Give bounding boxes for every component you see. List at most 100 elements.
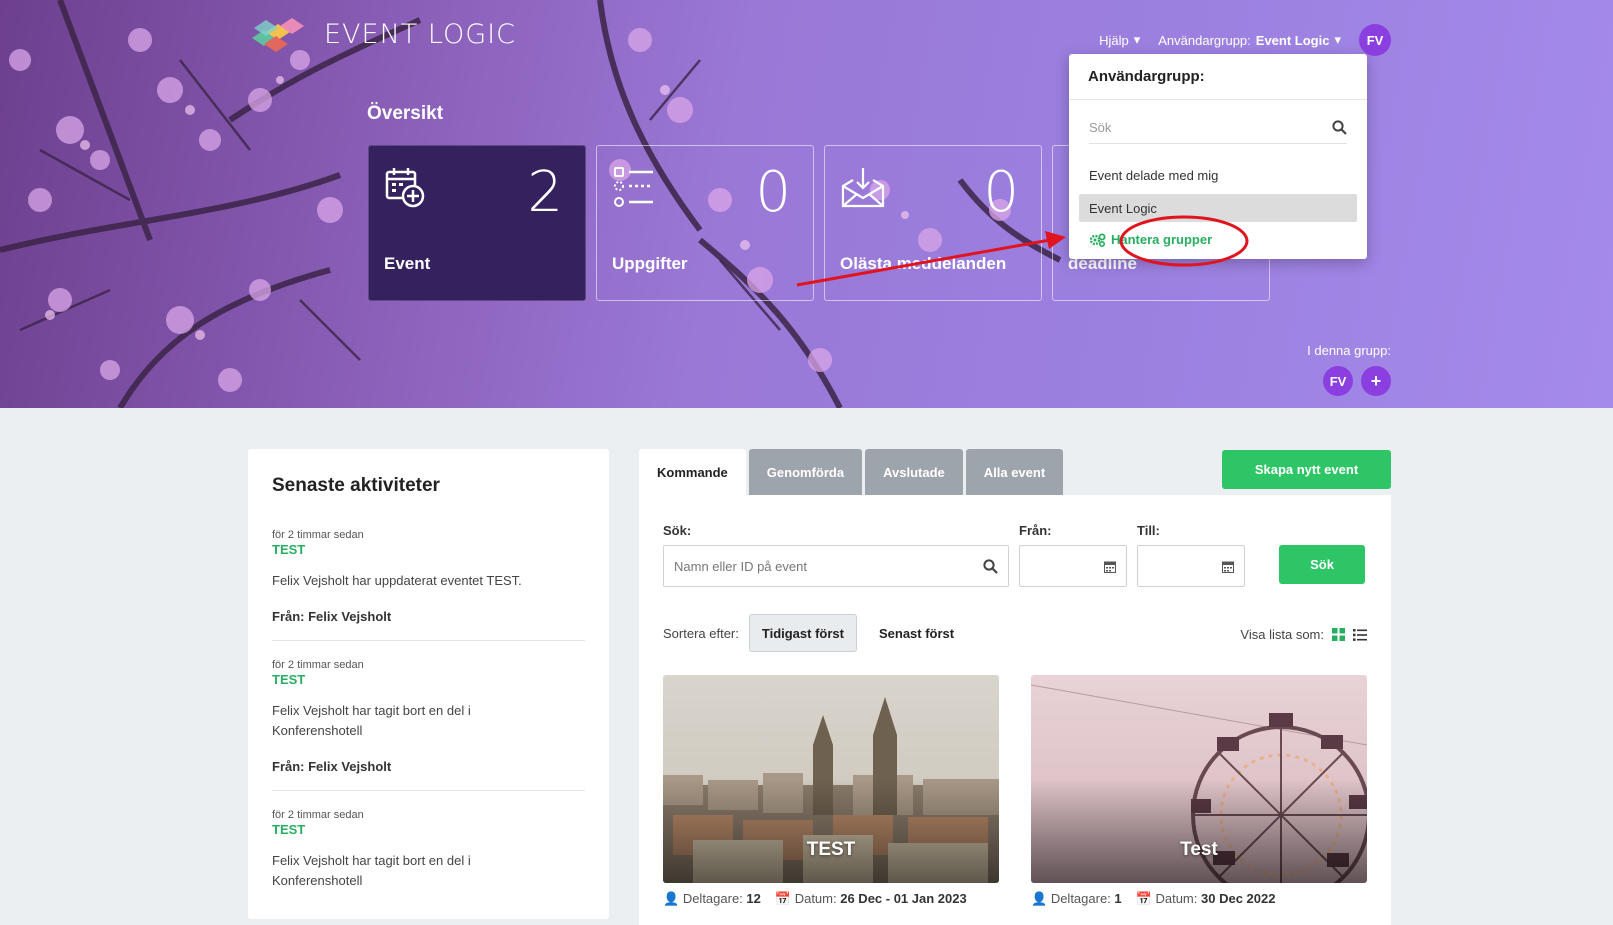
- overview-title: Översikt: [367, 103, 444, 124]
- card-tasks-count: 0: [755, 160, 791, 225]
- brand-logo[interactable]: EVENT LOGIC: [248, 14, 516, 54]
- envelope-icon: [841, 168, 885, 208]
- activity-time: för 2 timmar sedan: [272, 659, 364, 671]
- search-label: Sök:: [663, 523, 692, 538]
- event-date: 26 Dec - 01 Jan 2023: [840, 891, 967, 906]
- participants-info: 👤 Deltagare: 12: [663, 891, 761, 906]
- to-date-input[interactable]: [1137, 545, 1245, 587]
- activity-description: Felix Vejsholt har tagit bort en del i K…: [272, 703, 471, 738]
- event-date: 30 Dec 2022: [1201, 891, 1276, 906]
- date-info: 📅 Datum: 30 Dec 2022: [1135, 891, 1276, 906]
- create-event-button[interactable]: Skapa nytt event: [1222, 450, 1391, 489]
- user-group-label: Användargrupp:: [1158, 32, 1251, 48]
- manage-groups-label: Hantera grupper: [1111, 232, 1213, 247]
- event-card[interactable]: TEST: [663, 675, 999, 883]
- group-search-placeholder: Sök: [1089, 120, 1112, 135]
- activity-time: för 2 timmar sedan: [272, 809, 364, 821]
- activity-event-link[interactable]: TEST: [272, 822, 585, 837]
- chevron-down-icon: ▾: [1334, 32, 1341, 47]
- activity-event-link[interactable]: TEST: [272, 672, 585, 687]
- activity-item: för 2 timmar sedan TEST Felix Vejsholt h…: [272, 641, 585, 791]
- participants-label: Deltagare:: [1050, 891, 1111, 906]
- manage-groups-link[interactable]: Hantera grupper: [1089, 232, 1347, 247]
- activity-from: Från: Felix Vejsholt: [272, 609, 392, 624]
- logo-mark-icon: [248, 14, 310, 54]
- event-title: Test: [1180, 839, 1218, 860]
- activity-from: Från: Felix Vejsholt: [272, 759, 392, 774]
- view-mode-controls: Visa lista som:: [1240, 627, 1367, 642]
- from-label: Från:: [1019, 523, 1052, 538]
- card-events-label: Event: [384, 254, 431, 273]
- card-unread-messages[interactable]: 0 Olästa meddelanden: [824, 145, 1042, 301]
- card-events[interactable]: 2 Event: [368, 145, 586, 301]
- activity-item: för 2 timmar sedan TEST Felix Vejsholt h…: [272, 791, 585, 907]
- task-list-icon: [614, 167, 653, 207]
- card-tasks[interactable]: 0 Uppgifter: [596, 145, 814, 301]
- group-option-shared[interactable]: Event delade med mig: [1079, 161, 1357, 189]
- participants-label: Deltagare:: [682, 891, 743, 906]
- sort-controls: Sortera efter: Tidigast först Senast för…: [663, 614, 966, 652]
- event-title: TEST: [806, 839, 856, 860]
- activity-event-link[interactable]: TEST: [272, 542, 585, 557]
- group-option-event-logic[interactable]: Event Logic: [1079, 194, 1357, 222]
- user-group-dropdown: Användargrupp: Sök Event delade med mig …: [1069, 54, 1367, 259]
- top-navigation: Hjälp ▾ Användargrupp: Event Logic ▾ FV: [1099, 24, 1391, 56]
- sort-latest-button[interactable]: Senast först: [867, 614, 966, 652]
- date-info: 📅 Datum: 26 Dec - 01 Jan 2023: [774, 891, 967, 906]
- chevron-down-icon: ▾: [1133, 32, 1141, 47]
- help-label: Hjälp: [1099, 32, 1129, 48]
- dropdown-divider: [1069, 99, 1367, 100]
- event-search-placeholder: Namn eller ID på event: [674, 558, 807, 574]
- group-members-label: I denna grupp:: [1307, 343, 1391, 358]
- activity-item: för 2 timmar sedan TEST Felix Vejsholt h…: [272, 511, 585, 641]
- group-members: I denna grupp: FV +: [1307, 343, 1391, 396]
- events-panel: Sök: Namn eller ID på event Från: Till: …: [639, 495, 1391, 925]
- dropdown-title: Användargrupp:: [1088, 68, 1205, 85]
- search-icon: [983, 558, 998, 574]
- activity-description: Felix Vejsholt har uppdaterat eventet TE…: [272, 573, 522, 588]
- date-label: Datum:: [794, 891, 837, 906]
- user-group-value: Event Logic: [1255, 32, 1330, 48]
- calendar-icon: [1104, 561, 1116, 573]
- event-tabs: Kommande Genomförda Avslutade Alla event: [639, 449, 1064, 495]
- activity-description: Felix Vejsholt har tagit bort en del i K…: [272, 853, 471, 888]
- search-icon: [1332, 120, 1347, 135]
- tab-upcoming[interactable]: Kommande: [639, 449, 746, 495]
- grid-view-icon[interactable]: [1332, 628, 1345, 641]
- member-avatar[interactable]: FV: [1323, 366, 1353, 396]
- from-date-input[interactable]: [1019, 545, 1127, 587]
- card-messages-count: 0: [983, 160, 1019, 225]
- recent-activities-panel: Senaste aktiviteter för 2 timmar sedan T…: [248, 449, 609, 919]
- tab-completed[interactable]: Genomförda: [748, 449, 863, 495]
- event-meta: 👤 Deltagare: 1 📅 Datum: 30 Dec 2022: [1031, 891, 1275, 907]
- card-events-count: 2: [527, 160, 563, 225]
- tab-closed[interactable]: Avslutade: [865, 449, 963, 495]
- sort-label: Sortera efter:: [663, 625, 739, 641]
- participants-info: 👤 Deltagare: 1: [1031, 891, 1122, 906]
- view-mode-label: Visa lista som:: [1240, 627, 1324, 642]
- calendar-icon: [1222, 561, 1234, 573]
- date-label: Datum:: [1155, 891, 1198, 906]
- event-search-input[interactable]: Namn eller ID på event: [663, 545, 1009, 587]
- event-meta: 👤 Deltagare: 12 📅 Datum: 26 Dec - 01 Jan…: [663, 891, 967, 907]
- group-search-input[interactable]: Sök: [1089, 112, 1347, 144]
- sort-earliest-button[interactable]: Tidigast först: [748, 614, 857, 652]
- user-group-menu[interactable]: Användargrupp: Event Logic ▾: [1158, 32, 1341, 48]
- list-view-icon[interactable]: [1353, 628, 1367, 641]
- search-submit-button[interactable]: Sök: [1279, 545, 1365, 584]
- user-avatar[interactable]: FV: [1359, 24, 1391, 56]
- card-tasks-label: Uppgifter: [612, 254, 688, 273]
- calendar-add-icon: [385, 168, 425, 208]
- activities-title: Senaste aktiviteter: [272, 475, 440, 496]
- card-messages-label: Olästa meddelanden: [840, 254, 1007, 273]
- participants-count: 12: [746, 891, 761, 906]
- gears-icon: [1089, 233, 1106, 247]
- tab-all-events[interactable]: Alla event: [965, 449, 1064, 495]
- event-card[interactable]: Test: [1031, 675, 1367, 883]
- brand-name: EVENT LOGIC: [324, 18, 516, 50]
- help-menu[interactable]: Hjälp ▾: [1099, 32, 1140, 48]
- add-member-button[interactable]: +: [1361, 366, 1391, 396]
- participants-count: 1: [1114, 891, 1122, 906]
- to-label: Till:: [1137, 523, 1160, 538]
- hero-banner: EVENT LOGIC Hjälp ▾ Användargrupp: Event…: [0, 0, 1613, 408]
